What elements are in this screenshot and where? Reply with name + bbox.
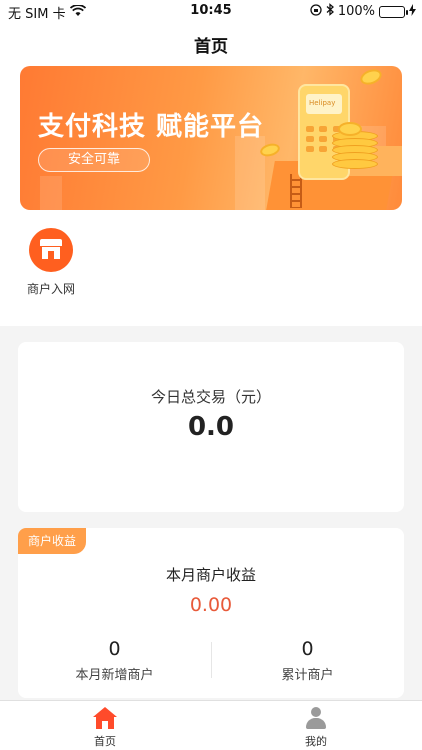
status-bar: 无 SIM 卡 10:45 100% xyxy=(0,0,422,22)
battery-icon xyxy=(379,5,408,18)
coin-icon xyxy=(358,66,384,88)
charging-icon xyxy=(409,3,416,20)
battery-percent: 100% xyxy=(337,4,375,19)
shop-icon xyxy=(29,228,73,272)
monthly-income-amount: 0.00 xyxy=(189,594,233,616)
ladder-illustration xyxy=(290,174,302,208)
page-title: 首页 xyxy=(194,37,228,57)
banner-subtitle: 安全可靠 xyxy=(38,148,150,172)
total-merchants-value: 0 xyxy=(301,638,314,660)
monthly-income-title: 本月商户收益 xyxy=(165,566,256,584)
coin-stack-illustration xyxy=(332,131,378,174)
today-transaction-label: 今日总交易（元） xyxy=(150,388,271,406)
merchant-income-card: 商户收益 本月商户收益 0.00 0 本月新增商户 0 累计商户 xyxy=(18,528,404,698)
total-merchants-label: 累计商户 xyxy=(281,668,334,683)
tab-bar: 首页 我的 xyxy=(0,700,422,750)
new-merchants-value: 0 xyxy=(108,638,121,660)
merchant-onboarding-label: 商户入网 xyxy=(26,282,75,296)
coin-icon xyxy=(338,122,362,136)
new-merchants-stat[interactable]: 0 本月新增商户 xyxy=(18,638,211,683)
user-icon xyxy=(305,707,327,729)
tab-me[interactable]: 我的 xyxy=(286,705,346,749)
home-icon xyxy=(93,707,117,729)
status-right: 100% xyxy=(310,3,416,20)
building-shape xyxy=(40,176,62,210)
merchant-onboarding-button[interactable]: 商户入网 xyxy=(22,228,80,297)
banner-title: 支付科技 赋能平台 xyxy=(38,112,265,142)
tab-home-label: 首页 xyxy=(94,735,116,748)
today-transaction-card: 今日总交易（元） 0.0 xyxy=(18,342,404,512)
total-merchants-stat[interactable]: 0 累计商户 xyxy=(211,638,404,683)
today-transaction-value: 0.0 xyxy=(187,412,235,442)
orientation-lock-icon xyxy=(310,3,322,20)
new-merchants-label: 本月新增商户 xyxy=(75,668,154,683)
tab-me-label: 我的 xyxy=(305,735,327,748)
promo-banner[interactable]: Helipay 支付科技 赋能平台 安全可靠 xyxy=(20,66,402,210)
tab-home[interactable]: 首页 xyxy=(75,705,135,749)
bluetooth-icon xyxy=(326,3,334,20)
merchant-income-tag: 商户收益 xyxy=(18,528,86,554)
top-section: 首页 Helipay 支付科技 赋能平台 安全可靠 商户入网 xyxy=(0,22,422,326)
terminal-screen: Helipay xyxy=(306,94,342,114)
building-shape xyxy=(235,136,265,210)
